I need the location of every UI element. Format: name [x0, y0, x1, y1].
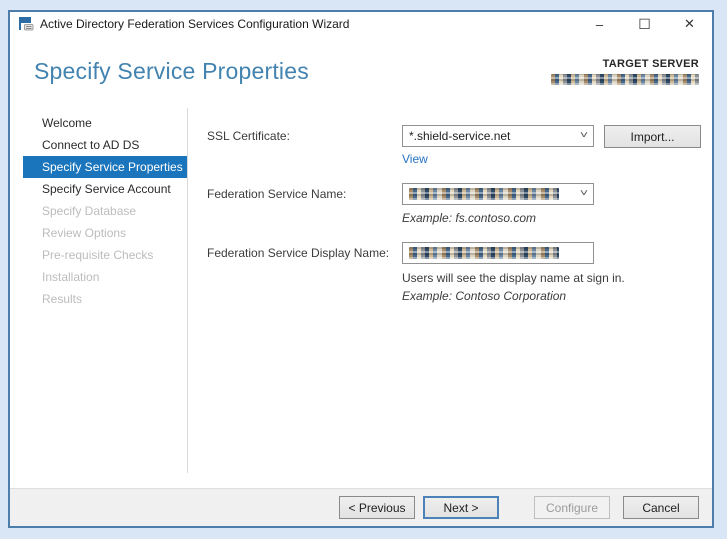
target-server-label: TARGET SERVER [602, 58, 699, 70]
form-area: SSL Certificate: *.shield-service.net ˅ … [187, 108, 712, 488]
target-server-block: TARGET SERVER [551, 58, 699, 90]
step-specify-database: Specify Database [42, 204, 137, 218]
display-name-example: Example: Contoso Corporation [402, 289, 567, 303]
configure-button: Configure [534, 496, 610, 519]
ssl-certificate-value: *.shield-service.net [409, 129, 511, 143]
federation-service-display-name-value-redacted [409, 247, 559, 259]
step-results: Results [42, 292, 83, 306]
step-specify-service-properties[interactable]: Specify Service Properties [23, 156, 187, 178]
import-button[interactable]: Import... [604, 125, 701, 148]
ssl-certificate-label: SSL Certificate: [207, 129, 290, 143]
window-title: Active Directory Federation Services Con… [40, 17, 350, 31]
adfs-app-icon [19, 17, 34, 31]
chevron-down-icon: ˅ [579, 188, 589, 199]
previous-button[interactable]: < Previous [339, 496, 415, 519]
federation-service-name-dropdown[interactable]: ˅ [402, 183, 594, 205]
wizard-window: Active Directory Federation Services Con… [8, 10, 714, 528]
step-specify-service-account[interactable]: Specify Service Account [23, 178, 187, 200]
step-welcome[interactable]: Welcome [23, 112, 187, 134]
chevron-down-icon: ˅ [579, 130, 589, 141]
ssl-certificate-dropdown[interactable]: *.shield-service.net ˅ [402, 125, 594, 147]
step-review-options: Review Options [42, 226, 127, 240]
display-name-hint: Users will see the display name at sign … [402, 271, 625, 285]
title-bar: Active Directory Federation Services Con… [10, 12, 712, 36]
wizard-header: Specify Service Properties TARGET SERVER [10, 36, 712, 108]
federation-service-name-example: Example: fs.contoso.com [402, 211, 537, 225]
minimize-button[interactable]: – [577, 12, 622, 36]
federation-service-name-label: Federation Service Name: [207, 187, 347, 201]
maximize-button[interactable]: ☐ [622, 12, 667, 36]
step-pre-requisite-checks: Pre-requisite Checks [42, 248, 154, 262]
wizard-step-list: Welcome Connect to AD DS Specify Service… [23, 108, 187, 310]
close-button[interactable]: ✕ [667, 12, 712, 36]
cancel-button[interactable]: Cancel [623, 496, 699, 519]
step-installation: Installation [42, 270, 100, 284]
page-title: Specify Service Properties [34, 58, 309, 84]
next-button[interactable]: Next > [423, 496, 499, 519]
federation-service-display-name-input[interactable] [402, 242, 594, 264]
federation-service-display-name-label: Federation Service Display Name: [207, 246, 390, 260]
federation-service-name-value-redacted [409, 188, 559, 200]
wizard-footer: < Previous Next > Configure Cancel [10, 488, 712, 526]
step-connect-to-ad-ds[interactable]: Connect to AD DS [23, 134, 187, 156]
view-certificate-link[interactable]: View [402, 152, 428, 166]
target-server-value-redacted [551, 74, 699, 85]
window-controls: – ☐ ✕ [577, 12, 712, 36]
